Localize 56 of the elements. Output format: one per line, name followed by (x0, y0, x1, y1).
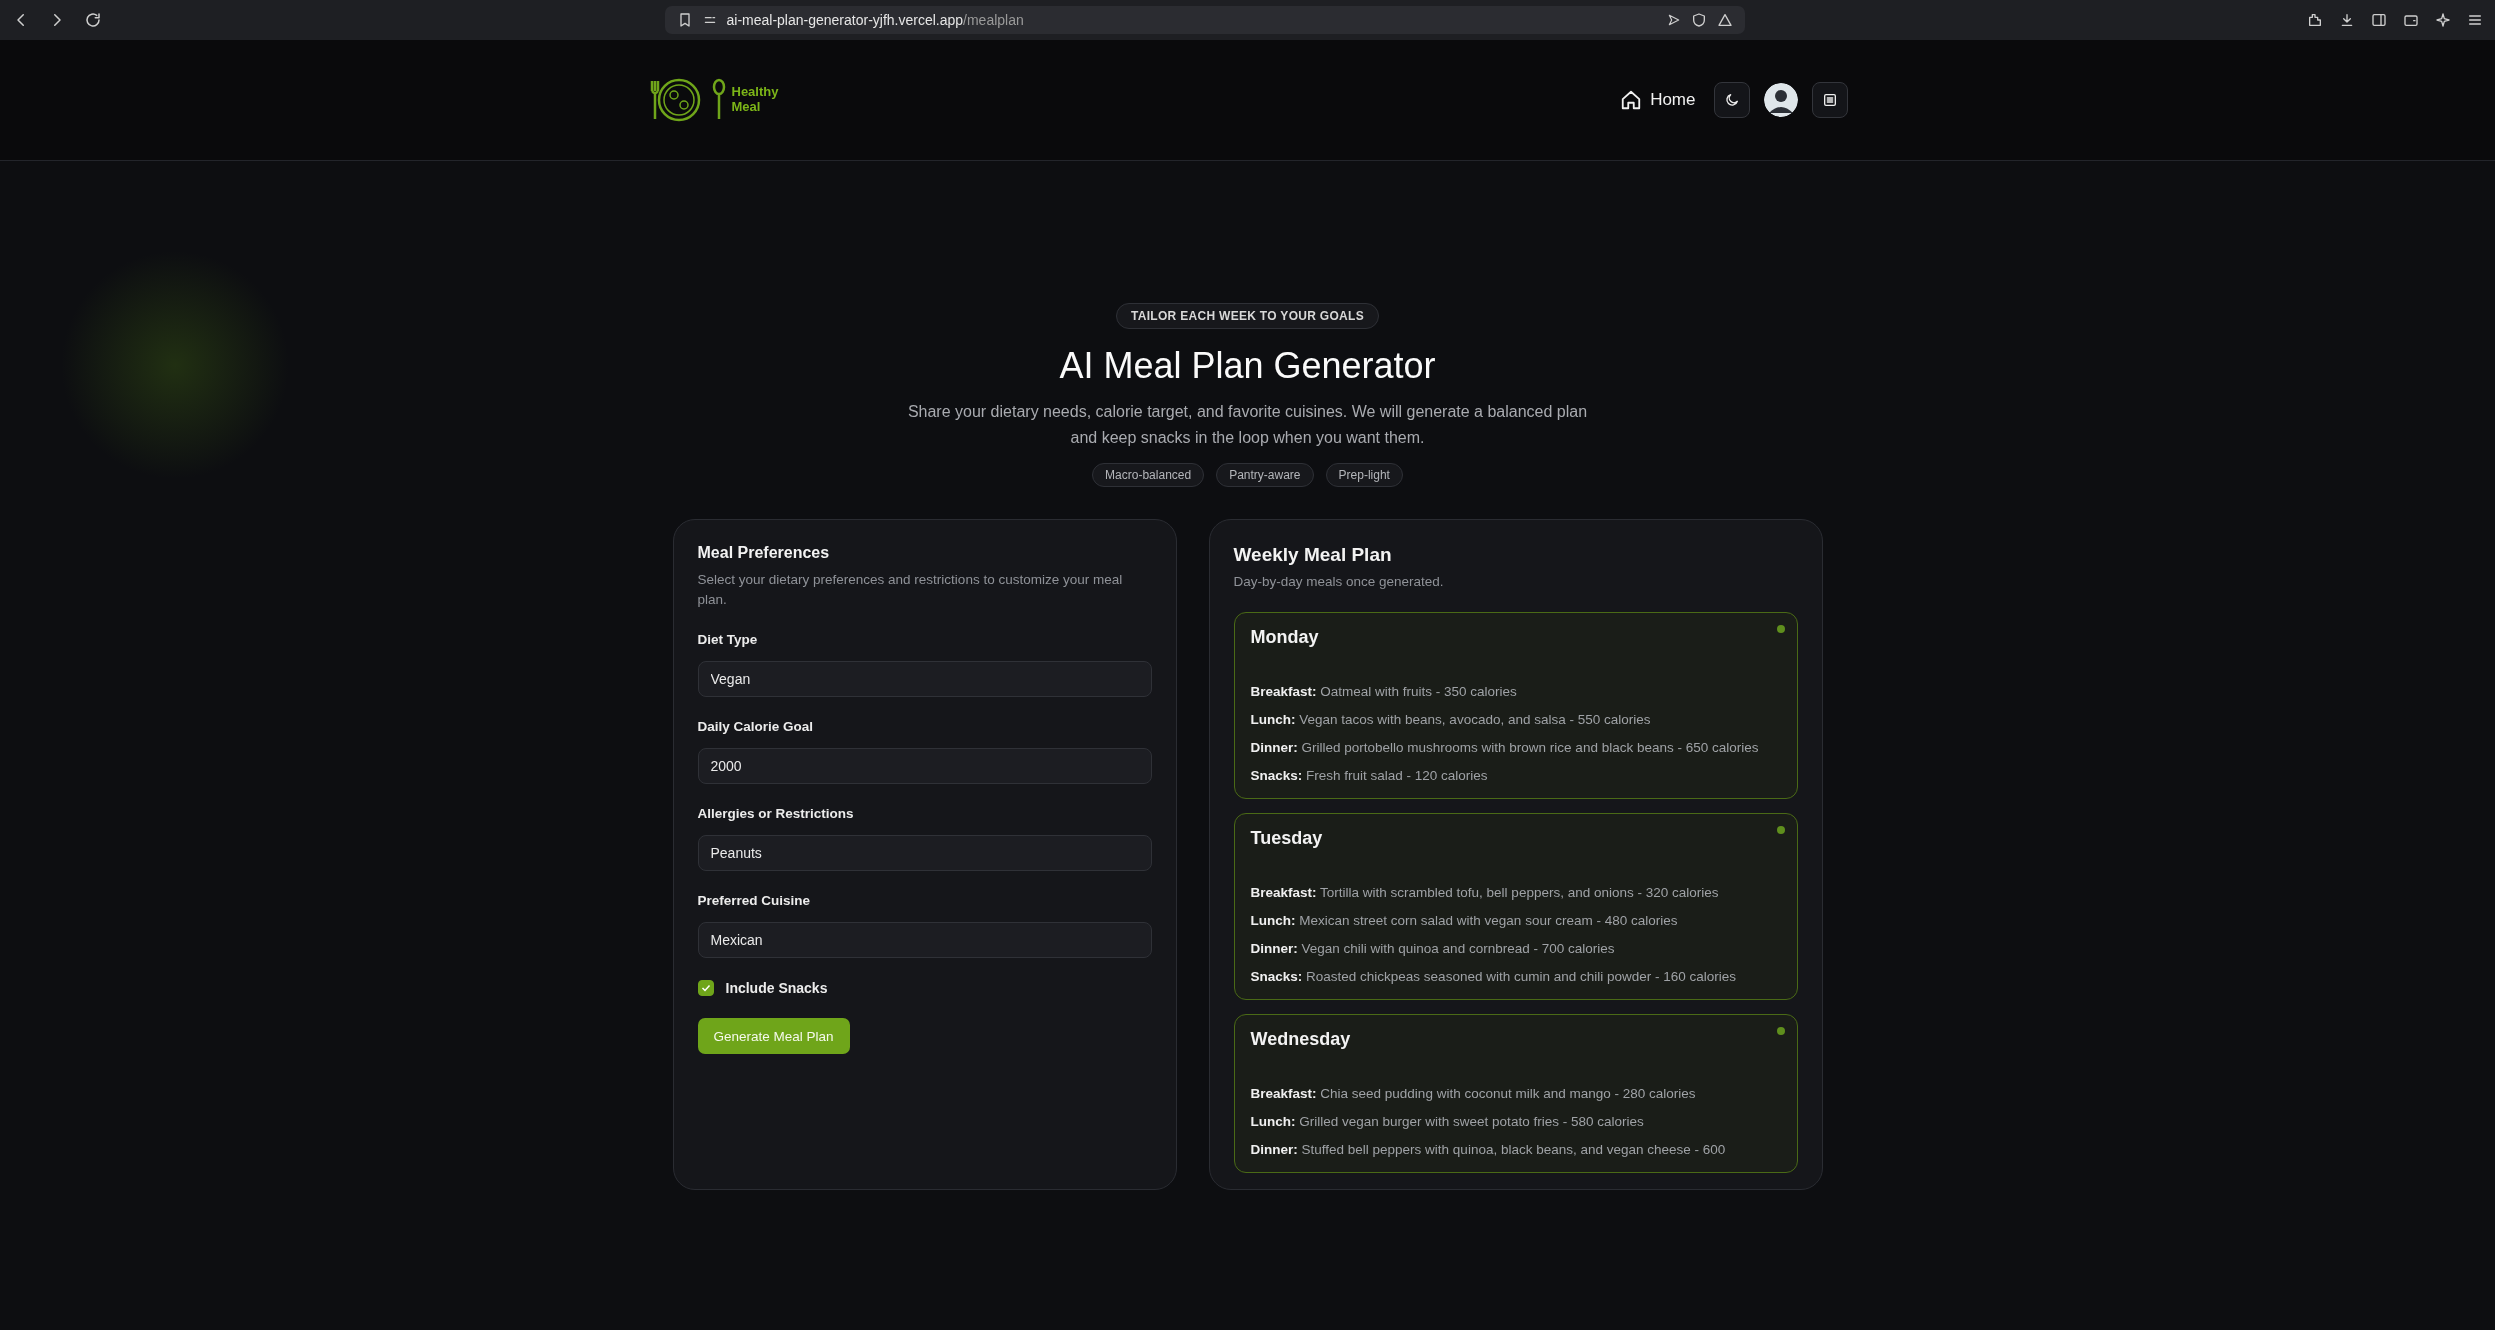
meal-entry: Dinner: Vegan chili with quinoa and cornbread - 700 calories (1250, 940, 1616, 958)
sidebar-icon[interactable] (2371, 12, 2387, 28)
download-icon[interactable] (2339, 12, 2355, 28)
home-icon (1620, 89, 1643, 111)
field-label: Daily Calorie Goal (697, 719, 815, 734)
sparkle-icon[interactable] (2435, 12, 2451, 28)
day-title: Tuesday (1250, 828, 1323, 849)
field-label: Diet Type (697, 632, 759, 647)
wallet-icon[interactable] (2403, 12, 2419, 28)
feature-tag: Macro-balanced (1092, 463, 1205, 487)
field-label: Allergies or Restrictions (697, 806, 855, 821)
page-title: AI Meal Plan Generator (1059, 345, 1436, 387)
day-title: Monday (1250, 627, 1319, 648)
check-icon (699, 982, 712, 994)
avatar[interactable] (1763, 83, 1798, 117)
field-label: Preferred Cuisine (697, 893, 812, 908)
meal-entry: Dinner: Grilled portobello mushrooms with brown rice and black beans - 650 calories (1250, 739, 1760, 757)
meal-entry: Dinner: Stuffed bell peppers with quinoa, black beans, and vegan cheese - 600 (1250, 1141, 1727, 1159)
page-description: Share your dietary needs, calorie target, and favorite cuisines. We will generate a balanced plan and keep snacks in the loop when you want them. (906, 402, 1589, 448)
address-bar[interactable]: ai-meal-plan-generator-yjfh.vercel.app/mealplan (664, 6, 1745, 34)
meal-entry: Snacks: Fresh fruit salad - 120 calories (1250, 767, 1489, 785)
input-field[interactable]: Vegan (697, 661, 1152, 697)
moon-icon (1723, 92, 1740, 108)
meal-entry: Snacks: Roasted chickpeas seasoned with cumin and chili powder - 160 calories (1250, 968, 1738, 986)
logo-text: Meal (731, 100, 762, 115)
card-title: Weekly Meal Plan (1233, 544, 1393, 566)
status-dot (1776, 1027, 1785, 1035)
day-title: Wednesday (1250, 1029, 1351, 1050)
input-field[interactable]: Peanuts (697, 835, 1152, 871)
theme-toggle-button[interactable] (1713, 82, 1750, 118)
meal-entry: Lunch: Vegan tacos with beans, avocado, and salsa - 550 calories (1250, 711, 1652, 729)
triangle-icon[interactable] (1716, 12, 1733, 28)
home-link[interactable]: Home (1616, 85, 1700, 115)
menu-icon[interactable] (2467, 12, 2483, 28)
menu-button[interactable] (1811, 82, 1848, 118)
reload-icon[interactable] (84, 11, 102, 29)
meal-entry: Lunch: Grilled vegan burger with sweet potato fries - 580 calories (1250, 1113, 1645, 1131)
meal-entry: Breakfast: Tortilla with scrambled tofu, bell peppers, and onions - 320 calories (1250, 884, 1720, 902)
feature-tag: Pantry-aware (1216, 463, 1314, 487)
card-subtitle: Day-by-day meals once generated. (1233, 573, 1445, 591)
input-field[interactable]: 2000 (697, 748, 1152, 784)
status-dot (1776, 826, 1785, 834)
send-icon[interactable] (1666, 13, 1681, 27)
input-field[interactable]: Mexican (697, 922, 1152, 958)
checkbox[interactable] (697, 980, 714, 996)
card-title: Meal Preferences (697, 544, 831, 562)
card-subtitle: Select your dietary preferences and restrictions to customize your meal plan. (697, 571, 1124, 609)
meal-entry: Lunch: Mexican street corn salad with vegan sour cream - 480 calories (1250, 912, 1679, 930)
status-dot (1776, 625, 1785, 633)
logo-text: Healthy (731, 85, 779, 100)
shield-icon[interactable] (1690, 12, 1707, 28)
feature-tag: Prep-light (1325, 463, 1403, 487)
eyebrow-badge: TAILOR EACH WEEK TO YOUR GOALS (1116, 303, 1379, 329)
meal-entry: Breakfast: Chia seed pudding with coconut milk and mango - 280 calories (1250, 1085, 1697, 1103)
meal-entry: Breakfast: Oatmeal with fruits - 350 calories (1250, 683, 1518, 701)
checkbox-label: Include Snacks (725, 980, 828, 996)
